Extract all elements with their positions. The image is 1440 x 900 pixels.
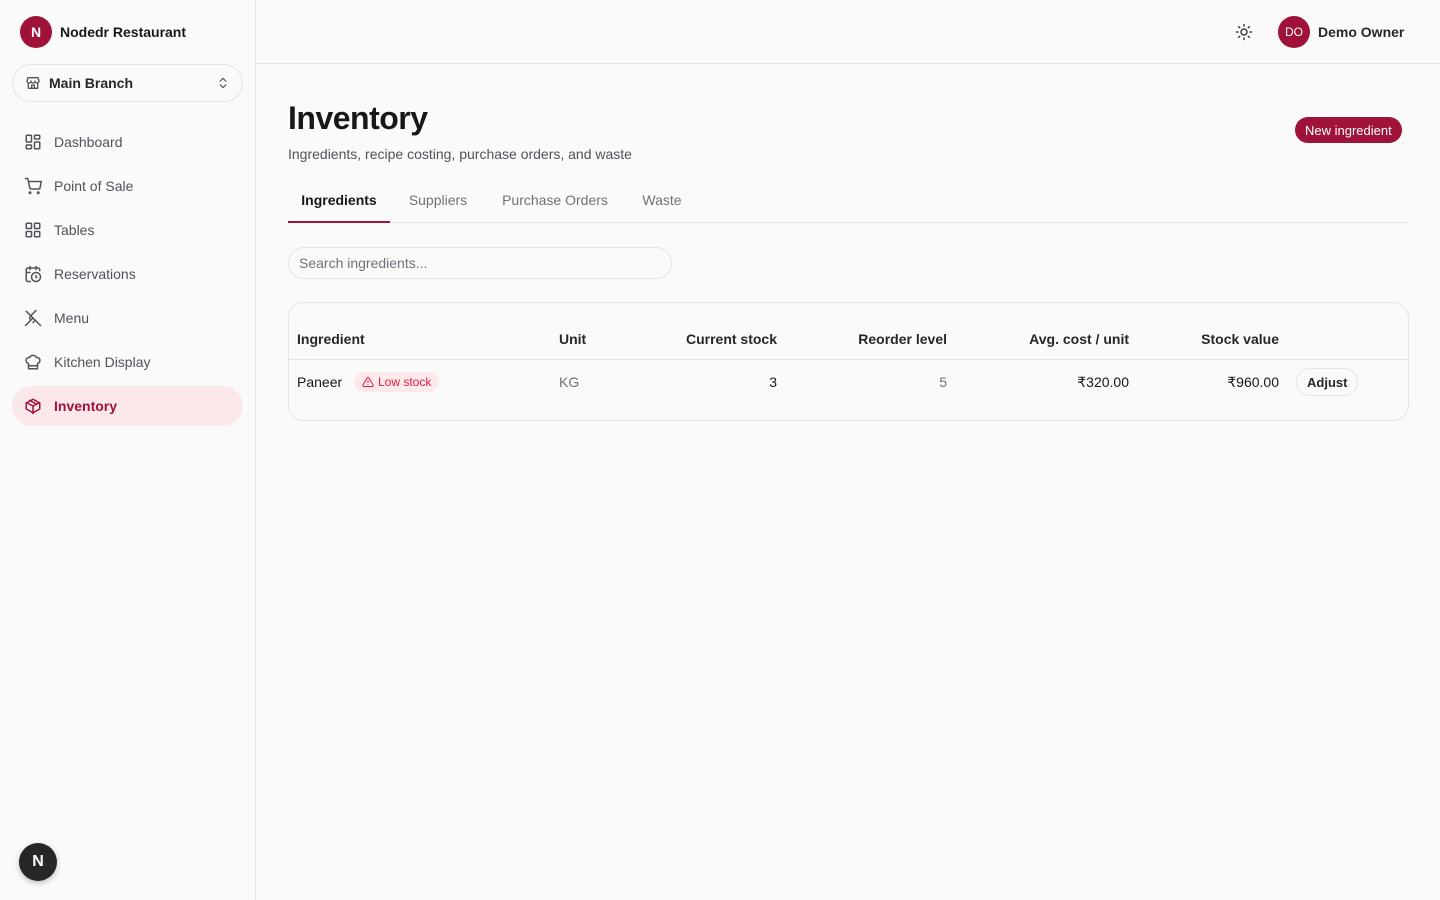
cell-unit: KG — [559, 374, 580, 390]
table-header-divider — [289, 359, 1408, 360]
column-header-stock-value: Stock value — [1201, 331, 1279, 347]
avatar: DO — [1278, 16, 1310, 48]
alert-triangle-icon — [362, 376, 374, 387]
package-icon — [25, 398, 41, 415]
sidebar-item-label: Point of Sale — [54, 178, 134, 194]
cell-stock-value: ₹960.00 — [1227, 374, 1279, 390]
cell-ingredient-name: Paneer — [297, 374, 343, 390]
column-header-unit: Unit — [559, 331, 587, 347]
top-bar: DO Demo Owner — [256, 0, 1440, 64]
cell-current-stock: 3 — [769, 374, 777, 390]
dev-tools-badge[interactable]: N — [19, 843, 57, 881]
page-title: Inventory — [288, 100, 428, 136]
search-input[interactable] — [288, 247, 672, 279]
cart-icon — [24, 177, 42, 195]
user-menu[interactable]: DO Demo Owner — [1278, 16, 1404, 48]
sidebar-item-reservations[interactable]: Reservations — [12, 254, 243, 294]
chevrons-up-down-icon — [219, 77, 227, 89]
cell-reorder-level: 5 — [939, 374, 947, 390]
brand-logo: N — [20, 16, 52, 48]
tab-suppliers[interactable]: Suppliers — [394, 178, 482, 222]
sidebar-item-dashboard[interactable]: Dashboard — [12, 122, 243, 162]
tab-waste[interactable]: Waste — [628, 178, 696, 222]
sidebar: N Nodedr Restaurant Main Branch Dashboar… — [0, 0, 256, 900]
status-badge: Low stock — [354, 372, 440, 392]
tab-purchase-orders[interactable]: Purchase Orders — [488, 178, 622, 222]
sidebar-item-tables[interactable]: Tables — [12, 210, 243, 250]
sidebar-nav: Dashboard Point of Sale Tables Reservati… — [12, 122, 243, 430]
calendar-clock-icon — [25, 265, 42, 283]
chef-hat-icon — [25, 354, 41, 370]
page-subtitle: Ingredients, recipe costing, purchase or… — [288, 146, 632, 162]
sidebar-item-label: Dashboard — [54, 134, 123, 150]
brand-name: Nodedr Restaurant — [60, 24, 187, 40]
sidebar-item-kitchen-display[interactable]: Kitchen Display — [12, 342, 243, 382]
dashboard-icon — [25, 134, 41, 150]
theme-toggle-button[interactable] — [1232, 20, 1256, 44]
sidebar-item-inventory[interactable]: Inventory — [12, 386, 243, 426]
sidebar-item-label: Inventory — [54, 398, 118, 414]
column-header-current-stock: Current stock — [685, 331, 777, 347]
user-name: Demo Owner — [1318, 24, 1405, 40]
sun-icon — [1235, 23, 1253, 41]
sidebar-item-label: Kitchen Display — [54, 354, 151, 370]
ingredients-table: Ingredient Unit Current stock Reorder le… — [288, 302, 1409, 421]
column-header-avg-cost: Avg. cost / unit — [1029, 331, 1129, 347]
sidebar-item-point-of-sale[interactable]: Point of Sale — [12, 166, 243, 206]
branch-selector[interactable]: Main Branch — [12, 64, 243, 102]
store-icon — [26, 77, 40, 89]
status-badge-label: Low stock — [378, 375, 432, 389]
sidebar-item-menu[interactable]: Menu — [12, 298, 243, 338]
grid-icon — [25, 222, 41, 238]
cell-avg-cost: ₹320.00 — [1077, 374, 1129, 390]
tab-bar: Ingredients Suppliers Purchase Orders Wa… — [288, 178, 1408, 223]
column-header-ingredient: Ingredient — [297, 331, 365, 347]
utensils-icon — [24, 309, 42, 327]
tab-ingredients[interactable]: Ingredients — [288, 178, 390, 223]
brand[interactable]: N Nodedr Restaurant — [20, 16, 186, 48]
column-header-reorder-level: Reorder level — [858, 331, 947, 347]
new-ingredient-button[interactable]: New ingredient — [1295, 117, 1402, 143]
sidebar-item-label: Menu — [54, 310, 90, 326]
sidebar-item-label: Tables — [54, 222, 95, 238]
adjust-button[interactable]: Adjust — [1296, 368, 1359, 396]
branch-selector-label: Main Branch — [49, 75, 134, 91]
sidebar-item-label: Reservations — [54, 266, 136, 282]
